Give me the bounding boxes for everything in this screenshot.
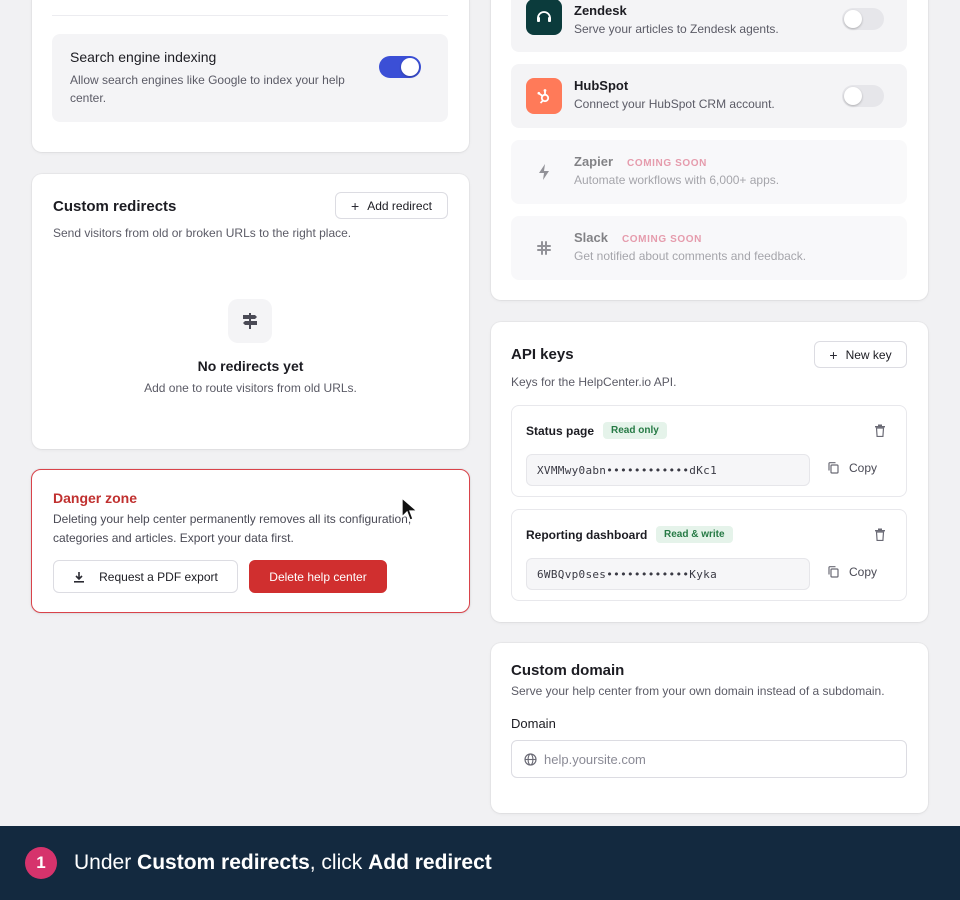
integration-zapier: Zapier COMING SOON Automate workflows wit… bbox=[511, 140, 907, 204]
coming-soon-badge: COMING SOON bbox=[627, 158, 707, 169]
domain-input[interactable] bbox=[544, 749, 894, 769]
step-section: Custom redirects bbox=[137, 851, 310, 874]
download-icon bbox=[74, 571, 85, 583]
integration-name-row: Slack COMING SOON bbox=[574, 230, 702, 245]
custom-redirects-card: Custom redirects Send visitors from old … bbox=[32, 174, 469, 449]
empty-state-subtitle: Add one to route visitors from old URLs. bbox=[144, 381, 357, 395]
toggle-knob bbox=[401, 58, 419, 76]
plus-icon: + bbox=[351, 197, 360, 214]
request-pdf-export-button[interactable]: Request a PDF export bbox=[53, 560, 238, 593]
copy-button[interactable]: Copy bbox=[828, 565, 877, 579]
bolt-icon bbox=[526, 154, 562, 190]
step-instruction: Under Custom redirects, click Add redire… bbox=[74, 851, 492, 875]
step-prefix: Under bbox=[74, 851, 138, 874]
api-key-name: Status page bbox=[526, 424, 595, 438]
coming-soon-badge: COMING SOON bbox=[621, 234, 702, 245]
toggle-knob bbox=[844, 87, 862, 105]
integration-name-row: Zapier COMING SOON bbox=[574, 154, 707, 169]
api-keys-card: API keys Keys for the HelpCenter.io API.… bbox=[491, 322, 928, 622]
danger-zone-title: Danger zone bbox=[53, 490, 138, 506]
copy-icon bbox=[828, 462, 839, 474]
search-indexing-toggle[interactable] bbox=[379, 56, 421, 78]
domain-input-wrapper bbox=[511, 740, 907, 778]
delete-help-center-label: Delete help center bbox=[269, 569, 367, 584]
integration-description: Automate workflows with 6,000+ apps. bbox=[574, 173, 780, 187]
search-indexing-title: Search engine indexing bbox=[70, 49, 217, 65]
step-middle: , click bbox=[309, 851, 369, 874]
read-write-badge: Read & write bbox=[656, 526, 733, 543]
integration-slack: Slack COMING SOON Get notified about comm… bbox=[511, 216, 907, 280]
hubspot-toggle[interactable] bbox=[842, 85, 884, 107]
headset-icon bbox=[526, 0, 562, 35]
copy-button[interactable]: Copy bbox=[828, 461, 877, 475]
trash-icon[interactable] bbox=[874, 528, 886, 541]
integration-hubspot: HubSpot Connect your HubSpot CRM account… bbox=[511, 64, 907, 128]
add-redirect-label: Add redirect bbox=[367, 198, 432, 213]
tutorial-banner: 1 Under Custom redirects, click Add redi… bbox=[0, 826, 960, 900]
custom-domain-subtitle: Serve your help center from your own dom… bbox=[511, 684, 885, 698]
copy-icon bbox=[828, 566, 839, 578]
mouse-cursor-icon bbox=[401, 497, 419, 521]
custom-redirects-subtitle: Send visitors from old or broken URLs to… bbox=[53, 226, 352, 240]
step-number-badge: 1 bbox=[25, 847, 57, 879]
zendesk-toggle[interactable] bbox=[842, 8, 884, 30]
new-key-button[interactable]: + New key bbox=[814, 341, 907, 368]
copy-label: Copy bbox=[849, 461, 878, 475]
step-action: Add redirect bbox=[368, 851, 492, 874]
new-key-label: New key bbox=[845, 347, 892, 362]
api-key-value[interactable]: XVMMwy0abn••••••••••••dKc1 bbox=[526, 454, 810, 486]
api-keys-subtitle: Keys for the HelpCenter.io API. bbox=[511, 375, 677, 389]
danger-zone-card: Danger zone Deleting your help center pe… bbox=[31, 469, 470, 613]
search-indexing-description: Allow search engines like Google to inde… bbox=[70, 73, 345, 105]
integration-name: HubSpot bbox=[574, 78, 629, 93]
request-pdf-export-label: Request a PDF export bbox=[99, 569, 218, 584]
toggle-knob bbox=[844, 10, 862, 28]
integration-name: Zendesk bbox=[574, 3, 627, 18]
search-indexing-row: Search engine indexing Allow search engi… bbox=[52, 34, 448, 122]
api-key-reporting-dashboard: Reporting dashboard Read & write 6WBQvp0… bbox=[511, 509, 907, 601]
domain-field-label: Domain bbox=[511, 716, 556, 731]
integration-description: Connect your HubSpot CRM account. bbox=[574, 97, 775, 111]
integration-name: Slack bbox=[574, 230, 608, 245]
integration-zendesk: Zendesk Serve your articles to Zendesk a… bbox=[511, 0, 907, 52]
globe-icon bbox=[524, 753, 537, 766]
read-only-badge: Read only bbox=[603, 422, 667, 439]
divider bbox=[52, 15, 448, 16]
custom-domain-card: Custom domain Serve your help center fro… bbox=[491, 643, 928, 813]
slack-icon bbox=[526, 230, 562, 266]
custom-redirects-title: Custom redirects bbox=[53, 198, 177, 215]
api-key-name: Reporting dashboard bbox=[526, 528, 648, 542]
indexing-card: Search engine indexing Allow search engi… bbox=[32, 0, 469, 152]
empty-state-title: No redirects yet bbox=[197, 358, 304, 374]
add-redirect-button[interactable]: + Add redirect bbox=[335, 192, 448, 219]
custom-domain-title: Custom domain bbox=[511, 662, 625, 679]
api-key-status-page: Status page Read only XVMMwy0abn••••••••… bbox=[511, 405, 907, 497]
api-key-value[interactable]: 6WBQvp0ses••••••••••••Kyka bbox=[526, 558, 810, 590]
danger-zone-description-2: categories and articles. Export your dat… bbox=[53, 531, 294, 545]
integration-description: Get notified about comments and feedback… bbox=[574, 249, 807, 263]
integration-description: Serve your articles to Zendesk agents. bbox=[574, 22, 779, 36]
integration-name: Zapier bbox=[574, 154, 614, 169]
api-keys-title: API keys bbox=[511, 346, 574, 363]
trash-icon[interactable] bbox=[874, 424, 886, 437]
signpost-icon bbox=[228, 299, 272, 343]
danger-zone-description-1: Deleting your help center permanently re… bbox=[53, 512, 412, 526]
integrations-card: Zendesk Serve your articles to Zendesk a… bbox=[491, 0, 928, 300]
hubspot-icon bbox=[526, 78, 562, 114]
plus-icon: + bbox=[829, 346, 838, 363]
copy-label: Copy bbox=[849, 565, 878, 579]
delete-help-center-button[interactable]: Delete help center bbox=[249, 560, 387, 593]
